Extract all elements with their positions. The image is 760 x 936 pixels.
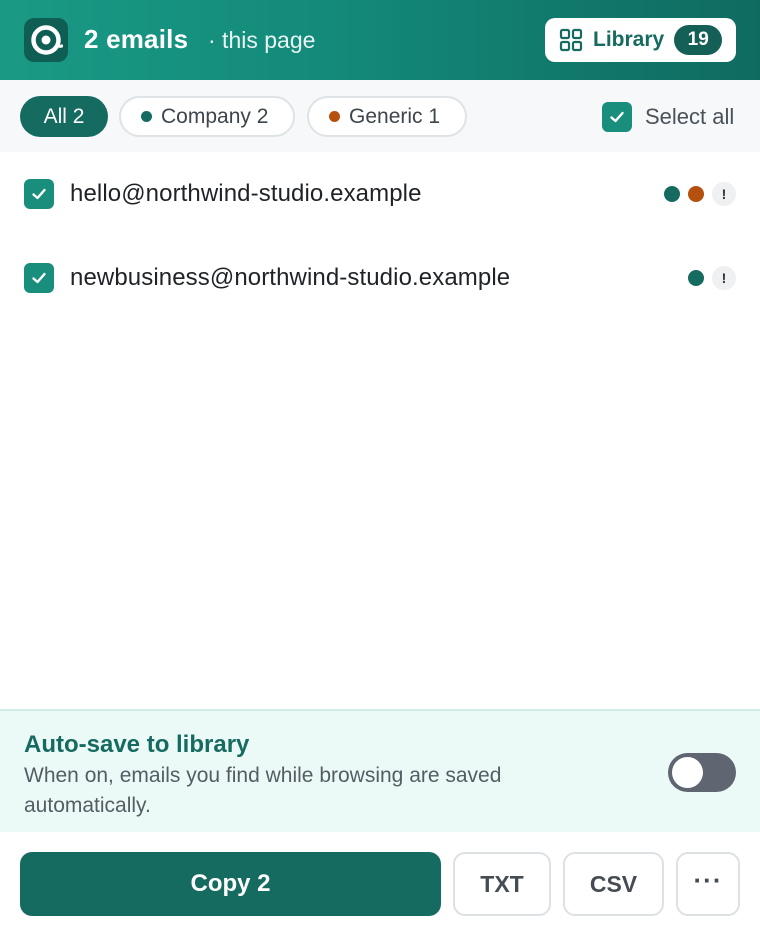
email-address: newbusiness@northwind-studio.example: [70, 264, 511, 291]
checkmark-icon: [32, 188, 46, 200]
autosave-toggle[interactable]: [668, 753, 736, 792]
company-tag-dot-icon: [688, 270, 704, 286]
filter-chip-label: Generic 1: [349, 104, 441, 128]
generic-dot-icon: [329, 111, 340, 122]
email-checkbox[interactable]: [24, 179, 54, 209]
email-tags: !: [688, 266, 736, 290]
checkmark-icon: [32, 272, 46, 284]
filter-chip-label: All 2: [43, 104, 85, 128]
filter-chip-all[interactable]: All 2: [20, 96, 108, 137]
filter-chip-generic[interactable]: Generic 1: [307, 96, 467, 137]
email-tags: !: [664, 182, 736, 206]
warning-icon[interactable]: !: [712, 266, 736, 290]
checkmark-icon: [610, 111, 624, 123]
library-label: Library: [593, 28, 665, 51]
filter-chip-company[interactable]: Company 2: [119, 96, 295, 137]
app-header: 2 emails · this page Library 19: [0, 0, 760, 80]
select-all-control[interactable]: Select all: [602, 102, 734, 132]
autosave-description: When on, emails you find while browsing …: [24, 764, 502, 817]
at-sign-icon: [24, 18, 68, 62]
email-checkbox[interactable]: [24, 263, 54, 293]
company-dot-icon: [141, 111, 152, 122]
page-subtitle: · this page: [208, 27, 316, 53]
company-tag-dot-icon: [664, 186, 680, 202]
more-options-button[interactable]: ···: [676, 852, 740, 916]
email-address: hello@northwind-studio.example: [70, 180, 422, 207]
action-bar: Copy 2 TXT CSV ···: [0, 832, 760, 936]
library-count-badge: 19: [674, 25, 723, 55]
filter-chip-label: Company 2: [161, 104, 269, 128]
generic-tag-dot-icon: [688, 186, 704, 202]
email-row[interactable]: hello@northwind-studio.example !: [0, 152, 760, 236]
grid-icon: [559, 28, 583, 52]
email-row[interactable]: newbusiness@northwind-studio.example !: [0, 236, 760, 320]
autosave-title: Auto-save to library: [24, 731, 250, 758]
filter-bar: All 2 Company 2 Generic 1 Select all: [0, 80, 760, 152]
select-all-checkbox[interactable]: [602, 102, 632, 132]
warning-icon[interactable]: !: [712, 182, 736, 206]
library-button[interactable]: Library 19: [545, 18, 736, 62]
toggle-knob: [672, 757, 703, 788]
export-txt-button[interactable]: TXT: [453, 852, 551, 916]
autosave-panel: Auto-save to library When on, emails you…: [0, 709, 760, 832]
copy-button[interactable]: Copy 2: [20, 852, 441, 916]
page-title: 2 emails: [84, 24, 189, 54]
export-csv-button[interactable]: CSV: [563, 852, 664, 916]
select-all-label: Select all: [645, 104, 735, 129]
